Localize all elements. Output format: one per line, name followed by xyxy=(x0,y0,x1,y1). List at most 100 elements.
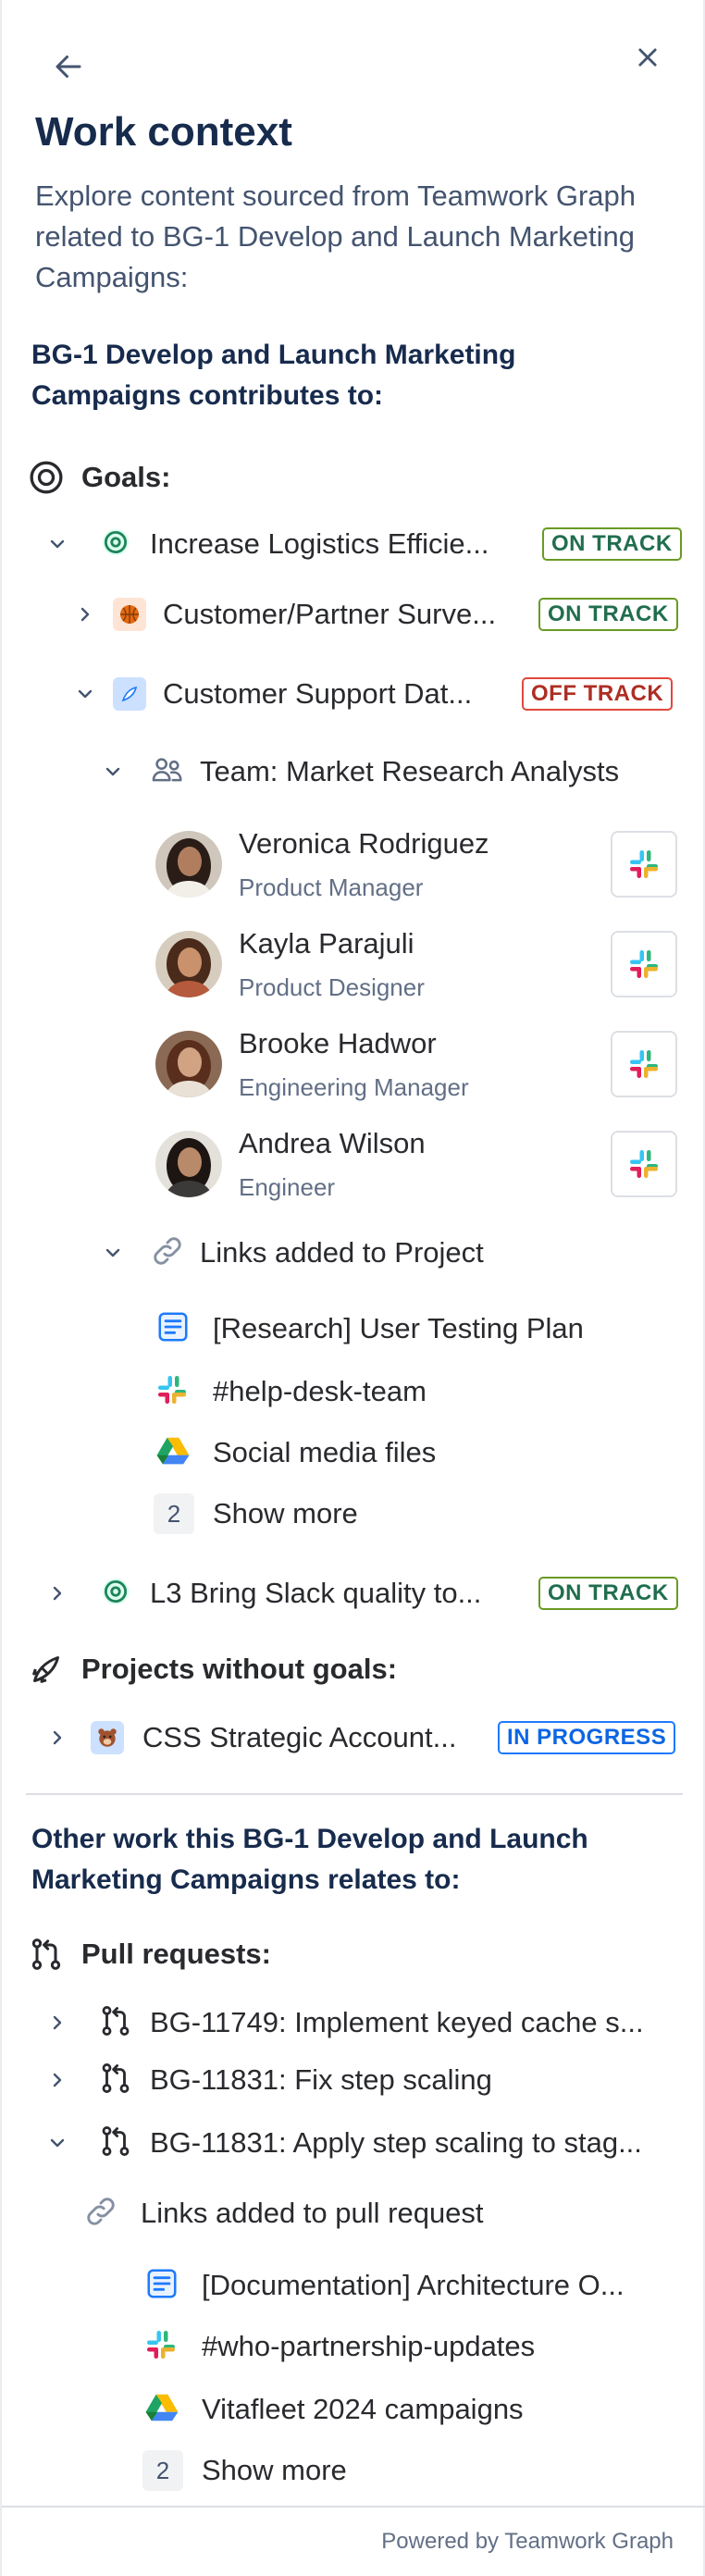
doc-icon xyxy=(144,2266,179,2306)
status-badge: ON TRACK xyxy=(542,527,682,561)
link-title[interactable]: [Research] User Testing Plan xyxy=(213,1312,584,1345)
person-name[interactable]: Veronica Rodriguez xyxy=(239,827,489,861)
status-badge: ON TRACK xyxy=(538,598,678,631)
person-name[interactable]: Andrea Wilson xyxy=(239,1127,426,1160)
rocket-outline-icon xyxy=(32,1656,59,1683)
slack-icon xyxy=(155,1373,189,1411)
pull-request-row[interactable]: BG-11749: Implement keyed cache s... xyxy=(44,1995,644,2050)
slack-icon xyxy=(630,1050,658,1078)
intro-text: Explore content sourced from Teamwork Gr… xyxy=(35,180,637,293)
person-name[interactable]: Brooke Hadwor xyxy=(239,1027,437,1060)
links-label[interactable]: Links added to pull request xyxy=(141,2197,484,2230)
pull-request-icon xyxy=(31,1938,61,1970)
link-item[interactable]: #help-desk-team xyxy=(155,1364,427,1419)
chevron-right-icon[interactable] xyxy=(44,1580,70,1606)
pull-request-row[interactable]: BG-11831: Apply step scaling to stag... xyxy=(44,2115,642,2171)
pull-requests-label: Pull requests: xyxy=(81,1938,271,1970)
project-title[interactable]: CSS Strategic Account... xyxy=(142,1721,456,1754)
link-item[interactable]: Social media files xyxy=(155,1425,436,1480)
slack-icon xyxy=(144,2328,178,2366)
projects-without-goals-label: Projects without goals: xyxy=(81,1653,398,1685)
count-badge: 2 xyxy=(142,2450,183,2491)
close-icon xyxy=(638,48,657,67)
goals-section-label: Goals: xyxy=(28,450,170,505)
link-title[interactable]: #help-desk-team xyxy=(213,1375,427,1408)
goal-title[interactable]: Increase Logistics Efficie... xyxy=(150,527,489,561)
goal-row-1[interactable]: Increase Logistics Efficie... xyxy=(44,516,489,572)
slack-icon xyxy=(630,850,658,878)
pull-request-icon xyxy=(98,2003,133,2043)
powered-by-label: Powered by Teamwork Graph xyxy=(381,2529,674,2554)
basketball-icon xyxy=(113,598,146,631)
chevron-right-icon[interactable] xyxy=(72,601,98,627)
chevron-right-icon[interactable] xyxy=(44,2010,70,2036)
avatar[interactable] xyxy=(155,1131,222,1197)
project-links-row[interactable]: Links added to Project xyxy=(100,1225,484,1281)
link-item[interactable]: [Research] User Testing Plan xyxy=(155,1301,584,1356)
goals-label: Goals: xyxy=(81,461,171,493)
show-more-button[interactable]: 2 Show more xyxy=(154,1486,358,1542)
link-item[interactable]: [Documentation] Architecture O... xyxy=(144,2258,625,2313)
project-row-1[interactable]: Customer/Partner Surve... xyxy=(72,587,496,642)
bear-icon xyxy=(91,1721,124,1754)
pull-request-row[interactable]: BG-11831: Fix step scaling xyxy=(44,2052,492,2108)
pull-request-title[interactable]: BG-11831: Apply step scaling to stag... xyxy=(150,2126,642,2160)
google-drive-icon xyxy=(155,1433,191,1473)
slack-icon xyxy=(630,1150,658,1178)
goal-row-2[interactable]: L3 Bring Slack quality to... xyxy=(44,1566,481,1621)
slack-message-button[interactable] xyxy=(611,1131,677,1197)
project-row-2[interactable]: Customer Support Dat... xyxy=(72,666,472,722)
goal-title[interactable]: L3 Bring Slack quality to... xyxy=(150,1577,481,1610)
goal-icon xyxy=(100,1576,131,1612)
person-role: Engineering Manager xyxy=(239,1073,469,1101)
avatar[interactable] xyxy=(155,831,222,898)
project-row-3[interactable]: CSS Strategic Account... xyxy=(44,1710,456,1765)
team-label[interactable]: Team: Market Research Analysts xyxy=(200,755,619,788)
slack-message-button[interactable] xyxy=(611,931,677,997)
pull-request-icon xyxy=(98,2124,133,2163)
projects-without-goals-label-row: Projects without goals: xyxy=(28,1641,397,1697)
chevron-down-icon[interactable] xyxy=(100,1240,126,1266)
footer: Powered by Teamwork Graph xyxy=(2,2506,705,2576)
chevron-down-icon[interactable] xyxy=(72,681,98,707)
slack-message-button[interactable] xyxy=(611,1031,677,1097)
show-more-button[interactable]: 2 Show more xyxy=(142,2443,347,2498)
chevron-down-icon[interactable] xyxy=(100,759,126,785)
avatar[interactable] xyxy=(155,931,222,997)
link-title[interactable]: Social media files xyxy=(213,1436,436,1469)
avatar[interactable] xyxy=(155,1031,222,1097)
link-title[interactable]: [Documentation] Architecture O... xyxy=(202,2269,625,2302)
links-label[interactable]: Links added to Project xyxy=(200,1236,484,1269)
chevron-right-icon[interactable] xyxy=(44,2067,70,2093)
person-role: Engineer xyxy=(239,1173,336,1201)
team-row[interactable]: Team: Market Research Analysts xyxy=(100,744,619,799)
project-title[interactable]: Customer Support Dat... xyxy=(163,677,472,711)
slack-message-button[interactable] xyxy=(611,831,677,898)
status-badge: IN PROGRESS xyxy=(498,1721,676,1754)
project-title[interactable]: Customer/Partner Surve... xyxy=(163,598,496,631)
pull-request-icon xyxy=(98,2061,133,2100)
pull-request-title[interactable]: BG-11749: Implement keyed cache s... xyxy=(150,2006,644,2039)
person-name[interactable]: Kayla Parajuli xyxy=(239,927,414,960)
link-item[interactable]: #who-partnership-updates xyxy=(144,2319,535,2374)
pr-links-row[interactable]: Links added to pull request xyxy=(83,2186,484,2241)
google-drive-icon xyxy=(144,2390,179,2430)
status-badge: OFF TRACK xyxy=(522,677,674,711)
arrow-left-icon xyxy=(56,56,81,78)
chevron-right-icon[interactable] xyxy=(44,1725,70,1751)
link-title[interactable]: Vitafleet 2024 campaigns xyxy=(202,2393,524,2426)
link-icon xyxy=(83,2194,118,2234)
goal-target-icon xyxy=(30,461,63,494)
show-more-label[interactable]: Show more xyxy=(213,1497,358,1530)
rocket-icon xyxy=(113,677,146,711)
person-role: Product Manager xyxy=(239,873,424,901)
show-more-label[interactable]: Show more xyxy=(202,2454,347,2487)
pull-request-title[interactable]: BG-11831: Fix step scaling xyxy=(150,2063,492,2097)
back-button[interactable] xyxy=(46,44,91,89)
link-item[interactable]: Vitafleet 2024 campaigns xyxy=(144,2382,524,2437)
section-divider xyxy=(26,1793,683,1795)
chevron-down-icon[interactable] xyxy=(44,531,70,557)
close-button[interactable] xyxy=(627,37,668,78)
link-title[interactable]: #who-partnership-updates xyxy=(202,2330,535,2363)
chevron-down-icon[interactable] xyxy=(44,2130,70,2156)
